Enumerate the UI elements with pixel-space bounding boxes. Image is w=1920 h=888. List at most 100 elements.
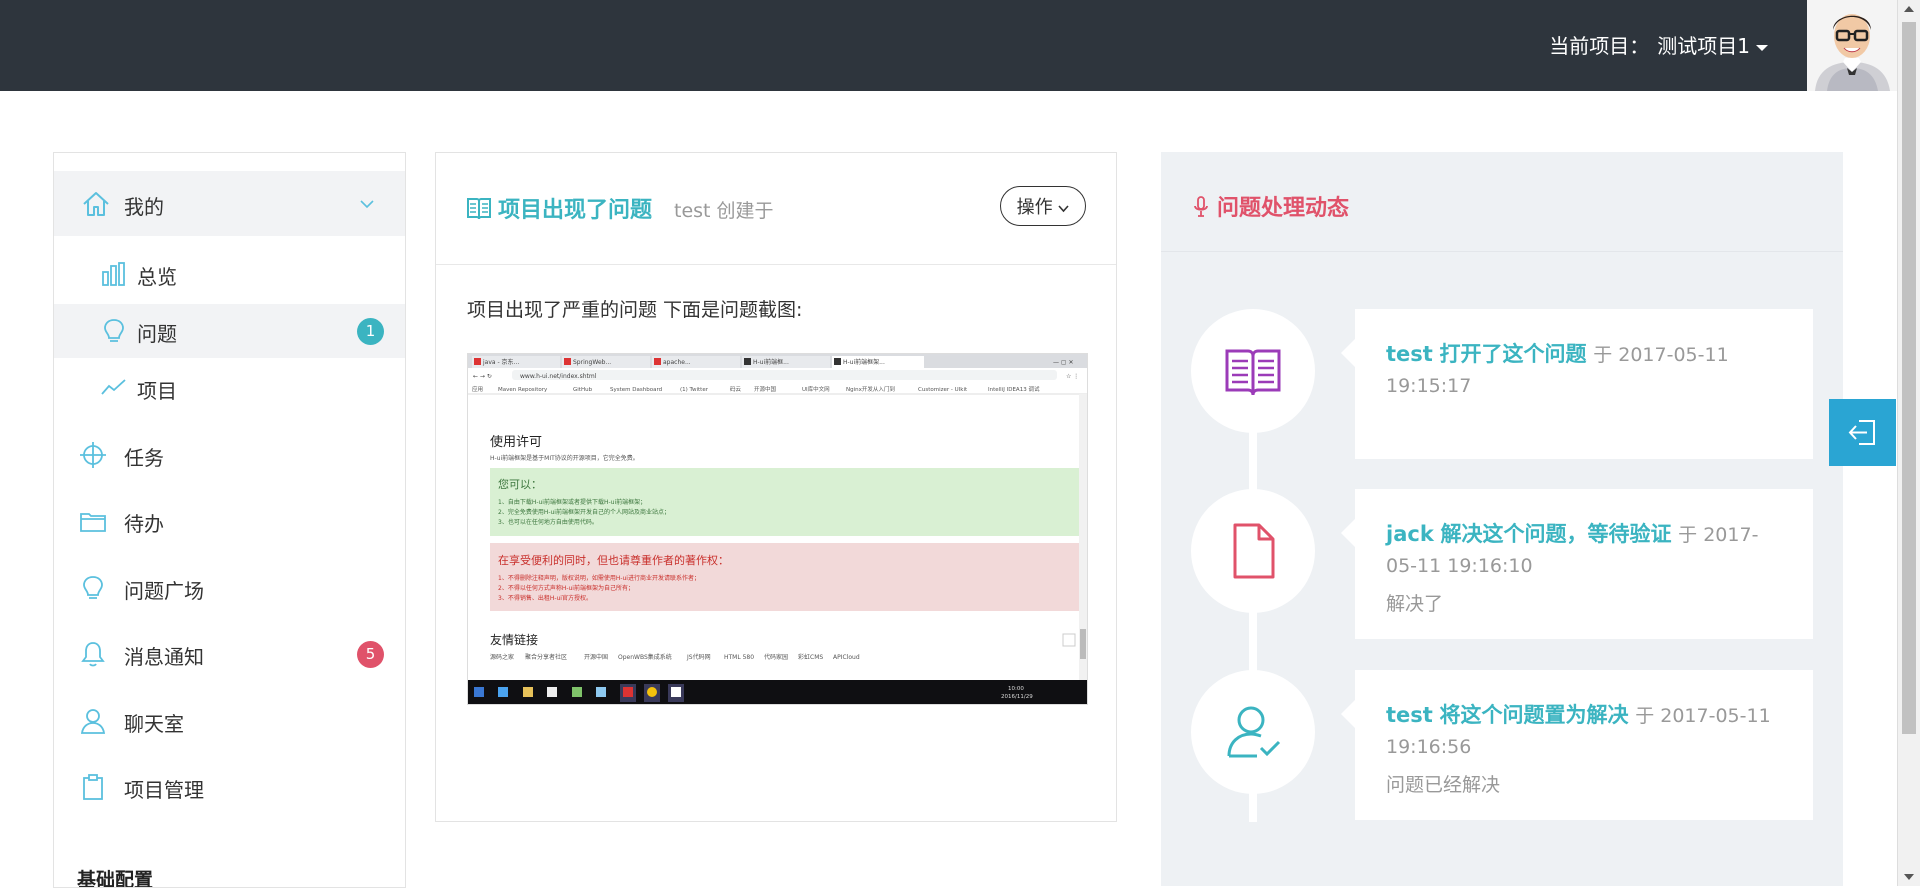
- sidebar-group-mine[interactable]: 我的: [54, 171, 405, 236]
- divider: [1161, 251, 1843, 252]
- trend-line-icon: [101, 379, 126, 395]
- timeline-event: jack 解决这个问题，等待验证 于 2017-05-11 19:16:10 解…: [1341, 489, 1813, 639]
- respect-item: 2、不得以任何方式声称H-ui前端框架为自己所有；: [498, 584, 634, 592]
- project-label: 当前项目：: [1549, 34, 1650, 58]
- sidebar-item-label: 总览: [137, 265, 177, 289]
- respect-item: 3、不得销售、出租H-ui官方授权。: [498, 594, 592, 602]
- bookmark: System Dashboard: [610, 387, 662, 393]
- notifications-count-badge: 5: [357, 641, 384, 668]
- exit-button[interactable]: [1829, 399, 1896, 466]
- avatar[interactable]: [1807, 0, 1898, 91]
- respect-item: 1、不得删除注释声明，版权说明，如需使用H-ui进行商业开发请联系作者；: [498, 574, 700, 582]
- can-item: 3、也可以在任何地方自由使用代码。: [498, 518, 598, 526]
- sidebar-item-label: 聊天室: [124, 712, 184, 736]
- bookmark: Customizer - UIkit: [918, 387, 968, 393]
- lightbulb-icon: [104, 319, 124, 342]
- top-navbar: 当前项目： 测试项目1: [0, 0, 1898, 91]
- event-actor[interactable]: jack: [1386, 522, 1434, 546]
- activity-title-wrap: 问题处理动态: [1193, 190, 1349, 222]
- sidebar: 我的 总览 问题 1 项目 任务 待办 问题广场 消息通知 5 聊天室 项目管理…: [53, 152, 406, 888]
- friend-link: 源码之家: [490, 653, 514, 661]
- clipboard-icon: [83, 774, 103, 800]
- friend-link: HTML 580: [724, 654, 754, 661]
- issue-created-label: 创建于: [716, 200, 774, 222]
- sidebar-item-issue-square[interactable]: 问题广场: [54, 561, 405, 615]
- sidebar-item-label: 问题: [137, 322, 177, 346]
- bookmark: IntelliJ IDEA13 调试: [988, 385, 1040, 393]
- bookmark: 码云: [730, 385, 742, 393]
- svg-text:— ▢ ✕: — ▢ ✕: [1053, 359, 1074, 366]
- sidebar-item-chatroom[interactable]: 聊天室: [54, 694, 405, 748]
- sidebar-item-label: 任务: [124, 446, 164, 470]
- issue-description: 项目出现了严重的问题 下面是问题截图:: [467, 299, 803, 321]
- timeline-event: test 打开了这个问题 于 2017-05-11 19:15:17: [1341, 309, 1813, 459]
- taskbar-date: 2016/11/29: [1001, 694, 1033, 700]
- bookmark: Nginx开发从入门到: [846, 385, 895, 393]
- sidebar-item-label: 消息通知: [124, 645, 204, 669]
- scrollbar-thumb[interactable]: [1902, 22, 1916, 734]
- caret-down-icon[interactable]: [1756, 44, 1768, 51]
- project-name[interactable]: 测试项目1: [1657, 34, 1750, 58]
- book-icon: [467, 198, 491, 220]
- chevron-down-icon: [1058, 205, 1069, 213]
- bookmark: Maven Repository: [498, 387, 548, 393]
- friend-link: 开源中国: [584, 653, 608, 661]
- page-scrollbar[interactable]: [1897, 0, 1920, 886]
- issues-count-badge: 1: [357, 318, 384, 345]
- sidebar-item-todo[interactable]: 待办: [54, 494, 405, 548]
- home-icon: [83, 192, 109, 216]
- sidebar-item-label: 项目: [137, 379, 177, 403]
- license-text: H-ui前端框架是基于MIT协议的开源项目，它完全免费。: [490, 454, 639, 462]
- timeline-node: [1191, 670, 1315, 794]
- links-title: 友情链接: [490, 632, 538, 647]
- issue-author[interactable]: test: [674, 200, 711, 222]
- bar-chart-icon: [102, 262, 125, 286]
- event-action: 打开了这个问题: [1439, 342, 1587, 366]
- issue-title: 项目出现了问题: [498, 198, 653, 223]
- sidebar-item-label: 问题广场: [124, 579, 204, 603]
- event-actor[interactable]: test: [1386, 342, 1433, 366]
- logout-icon: [1848, 420, 1875, 445]
- svg-text:← → ↻: ← → ↻: [473, 373, 492, 380]
- event-actor[interactable]: test: [1386, 703, 1433, 727]
- issue-meta: test 创建于: [674, 196, 774, 223]
- chevron-down-icon[interactable]: [359, 196, 375, 212]
- timeline-node: [1191, 489, 1315, 613]
- sidebar-item-notifications[interactable]: 消息通知 5: [54, 627, 405, 681]
- timeline-event: test 将这个问题置为解决 于 2017-05-11 19:16:56 问题已…: [1341, 670, 1813, 820]
- friend-link: OpenWBS集成系统: [618, 653, 672, 661]
- sidebar-item-label: 待办: [124, 512, 164, 536]
- event-note: 问题已经解决: [1386, 774, 1501, 796]
- sidebar-item-projects[interactable]: 项目: [54, 361, 405, 415]
- bookmark: (1) Twitter: [680, 387, 709, 393]
- bookmark: 应用: [472, 385, 483, 393]
- can-title: 您可以：: [498, 478, 542, 491]
- sidebar-item-project-manage[interactable]: 项目管理: [54, 760, 405, 814]
- actions-dropdown-button[interactable]: 操作: [1000, 186, 1086, 226]
- issue-screenshot-image[interactable]: java - 京东... SpringWeb... apache... H-ui…: [467, 353, 1088, 705]
- sidebar-item-tasks[interactable]: 任务: [54, 428, 405, 482]
- folder-icon: [80, 513, 106, 532]
- sidebar-item-label: 项目管理: [124, 778, 204, 802]
- lightbulb-icon: [83, 576, 103, 599]
- issue-card: 项目出现了问题 test 创建于 操作 项目出现了严重的问题 下面是问题截图: …: [435, 152, 1117, 822]
- can-item: 2、完全免费使用H-ui前端框架开发自己的个人网站及商业站点；: [498, 508, 670, 516]
- event-action: 将这个问题置为解决: [1439, 703, 1629, 727]
- sidebar-section-basic-config[interactable]: 基础配置: [77, 865, 153, 887]
- sidebar-item-issues[interactable]: 问题 1: [54, 304, 405, 358]
- friend-link: APICloud: [833, 654, 860, 661]
- scroll-up-icon[interactable]: [1904, 6, 1914, 12]
- scroll-down-icon[interactable]: [1904, 874, 1914, 880]
- browser-tab: H-ui前端框架...: [843, 358, 885, 366]
- project-switcher[interactable]: 当前项目： 测试项目1: [1549, 32, 1768, 60]
- book-icon: [1225, 349, 1281, 396]
- friend-link: 代码家园: [764, 653, 788, 661]
- svg-text:☆ ⋮: ☆ ⋮: [1066, 373, 1079, 380]
- sidebar-item-overview[interactable]: 总览: [54, 247, 405, 301]
- activity-title: 问题处理动态: [1217, 196, 1350, 221]
- activity-panel: 问题处理动态 test 打开了这个问题 于 2017-05-11 19:15:1…: [1161, 152, 1843, 886]
- event-note: 解决了: [1386, 593, 1444, 615]
- friend-link: JS代码网: [686, 653, 711, 661]
- user-check-icon: [1227, 706, 1281, 758]
- friend-link: 彩虹CMS: [798, 653, 823, 661]
